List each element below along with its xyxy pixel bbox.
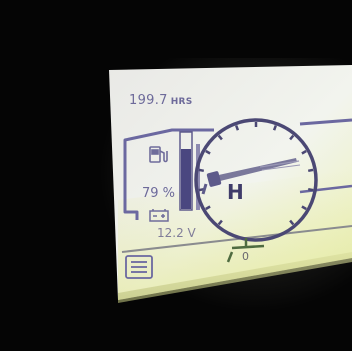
photo-scene: 199.7 HRS 79 % 12.2 V H 0 [0,0,352,351]
fuel-percent: 79 % [142,186,176,201]
engine-hours: 199.7 HRS [129,93,193,108]
tachometer-tick [272,125,277,131]
tachometer-tick [307,168,314,173]
tachometer-tick [198,168,205,173]
lower-gauge-value: 0 [242,250,249,263]
tachometer-tick [235,125,240,131]
tachometer-tick [307,187,314,192]
instrument-display [109,65,352,303]
engine-hours-value: 199.7 [129,93,168,108]
fuel-bar-fill [181,149,191,209]
engine-hours-unit: HRS [170,97,193,107]
gear-indicator: H [227,180,244,204]
battery-voltage: 12.2 V [157,226,196,240]
